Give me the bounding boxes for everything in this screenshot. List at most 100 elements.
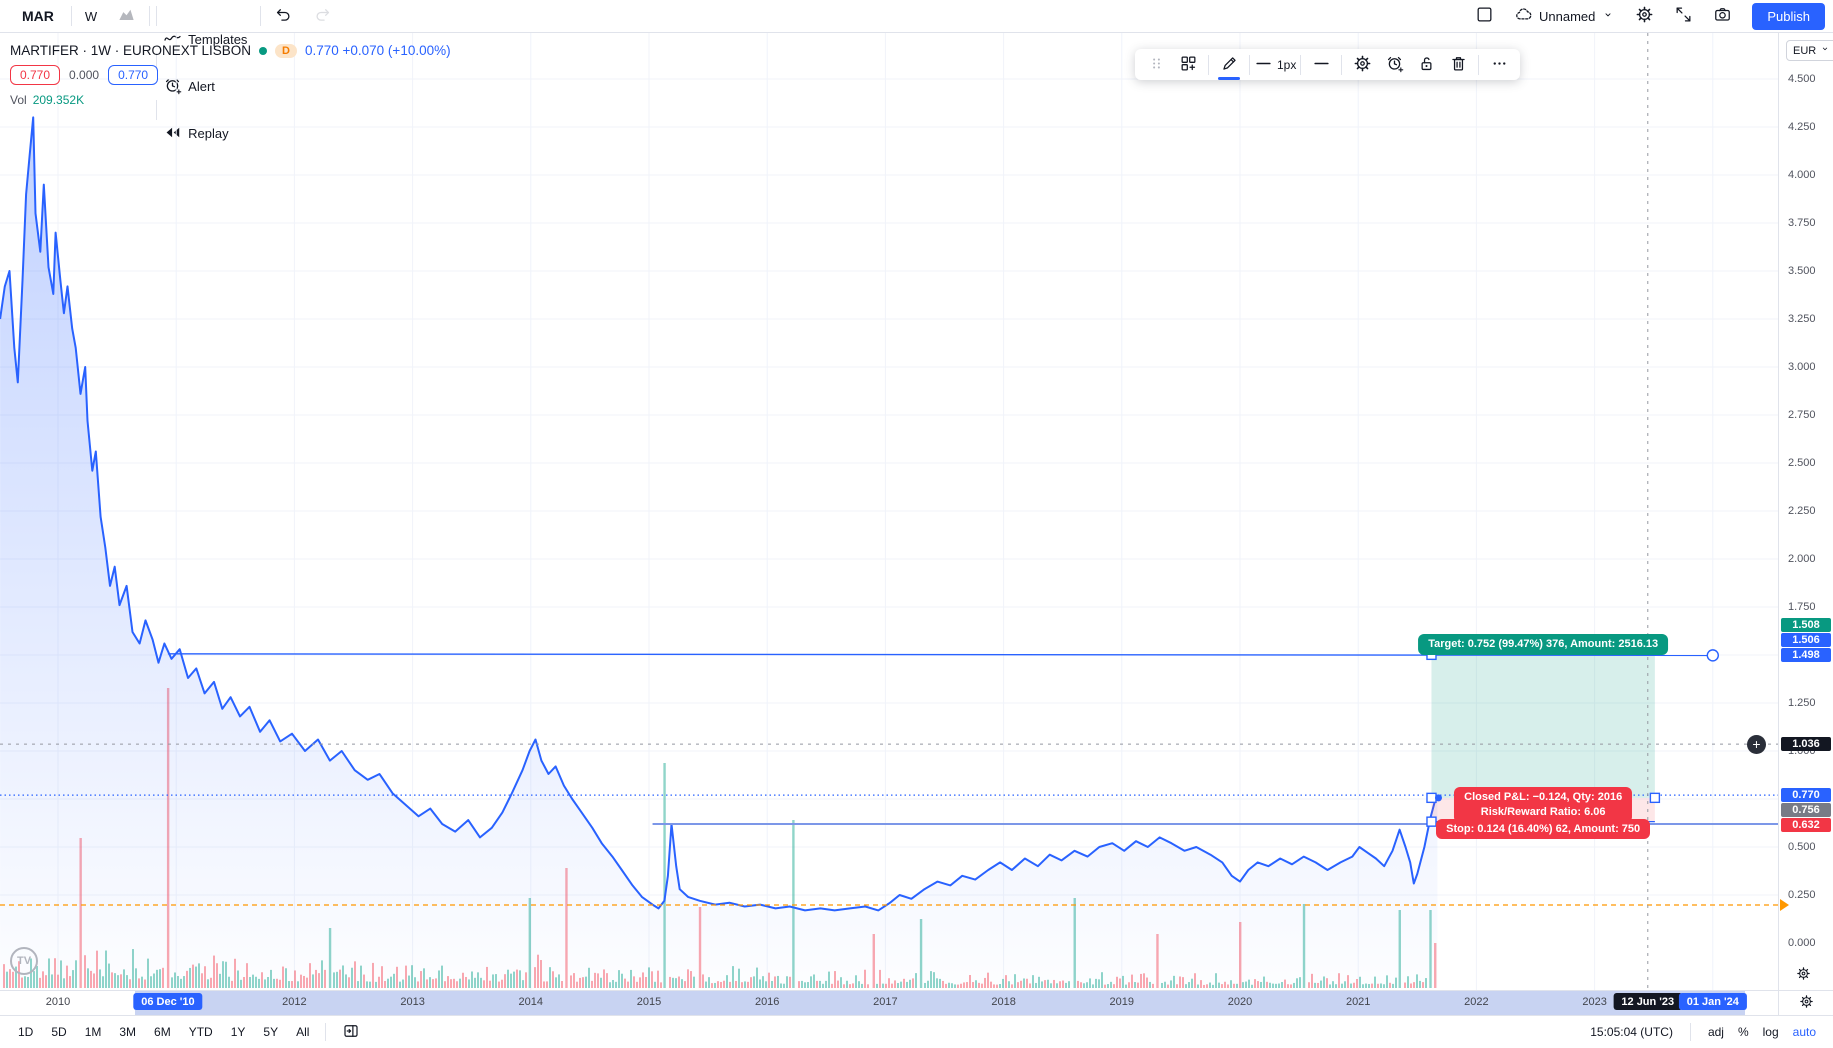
stop-annotation-badge[interactable]: Stop: 0.124 (16.40%) 62, Amount: 750 (1436, 818, 1651, 840)
pnl-annotation-badge[interactable]: Closed P&L: −0.124, Qty: 2016 Risk/Rewar… (1454, 786, 1633, 823)
range-button-all[interactable]: All (288, 1021, 317, 1043)
time-tick-2015: 2015 (636, 996, 662, 1008)
price-tick-3.000: 3.000 (1788, 361, 1816, 373)
interval-button[interactable]: W (75, 3, 107, 30)
tradingview-logo-icon[interactable]: TV (10, 947, 38, 975)
currency-selector[interactable]: EUR (1786, 40, 1833, 61)
range-button-1y[interactable]: 1Y (223, 1021, 254, 1043)
symbol-title[interactable]: MARTIFER · 1W · EURONEXT LISBON (10, 43, 251, 58)
separator (1341, 54, 1343, 75)
drag-dots-icon (1147, 54, 1166, 76)
price-axis[interactable]: EUR 4.500 4.250 4.000 3.750 3.500 3.250 3.000 2… (1778, 33, 1833, 990)
entry-left-handle[interactable] (1426, 792, 1437, 804)
hline-icon (1312, 54, 1331, 76)
price-axis-badge-1.508[interactable]: 1.508 (1781, 618, 1831, 633)
drawing-settings-button[interactable] (1346, 51, 1378, 78)
scale-option-auto[interactable]: auto (1786, 1021, 1823, 1043)
time-axis-badge[interactable]: 01 Jan '24 (1678, 993, 1747, 1010)
bottom-toolbar: 1D 5D 1M 3M 6M YTD 1Y 5Y All 15:05:04 (UTC) adj%… (0, 1015, 1833, 1048)
symbol-button[interactable]: MAR (8, 8, 68, 24)
scale-option-%[interactable]: % (1731, 1021, 1756, 1043)
top-toolbar: MAR W CompareƒxIndicatorsFinancialsTempl… (0, 0, 1833, 140)
mid-price-label: 0.000 (69, 68, 100, 82)
layout-name-button[interactable]: Unnamed (1504, 3, 1625, 30)
gear-icon[interactable] (1796, 966, 1811, 984)
range-button-5y[interactable]: 5Y (255, 1021, 286, 1043)
draw-button[interactable] (1213, 51, 1245, 80)
range-button-1d[interactable]: 1D (10, 1021, 41, 1043)
time-tick-2022: 2022 (1464, 996, 1489, 1008)
price-axis-badge-1.036[interactable]: 1.036 (1781, 737, 1831, 752)
time-tick-2023: 2023 (1582, 996, 1607, 1008)
currency-label: EUR (1793, 44, 1817, 57)
entry-point-dot (1434, 794, 1442, 802)
redo-button[interactable] (303, 3, 342, 30)
line-style-button[interactable] (1305, 51, 1337, 78)
layout-name-label: Unnamed (1538, 8, 1596, 24)
more-button[interactable] (1483, 51, 1515, 78)
chart-area[interactable]: MARTIFER · 1W · EURONEXT LISBON D 0.770 … (0, 33, 1778, 990)
lock-button[interactable] (1410, 51, 1442, 78)
scale-option-log[interactable]: log (1756, 1021, 1786, 1043)
line-width-button[interactable]: 1px (1254, 51, 1296, 78)
price-tick-1.750: 1.750 (1788, 601, 1816, 613)
time-axis-badge[interactable]: 06 Dec '10 (133, 993, 203, 1010)
alert-marker-icon[interactable] (1780, 898, 1789, 911)
undo-button[interactable] (264, 3, 303, 30)
price-axis-badge-0.756[interactable]: 0.756 (1781, 803, 1831, 818)
range-button-3m[interactable]: 3M (111, 1021, 144, 1043)
publish-button[interactable]: Publish (1752, 2, 1825, 30)
drag-handle[interactable] (1140, 51, 1172, 78)
volume-label[interactable]: Vol (10, 93, 27, 107)
redo-icon (313, 5, 332, 27)
interval-label: W (84, 8, 98, 24)
data-mode-badge[interactable]: D (275, 43, 297, 58)
axis-settings-corner[interactable] (1778, 991, 1833, 1015)
price-axis-badge-1.506[interactable]: 1.506 (1781, 633, 1831, 648)
price-tick-3.500: 3.500 (1788, 265, 1816, 277)
add-alert-plus-icon[interactable]: + (1747, 734, 1766, 754)
layout-select-button[interactable] (1465, 3, 1504, 30)
top-toolbar-left: MAR W CompareƒxIndicatorsFinancialsTempl… (8, 0, 342, 140)
range-button-6m[interactable]: 6M (146, 1021, 179, 1043)
chart-style-button[interactable] (107, 3, 146, 30)
time-tick-2010: 2010 (45, 996, 71, 1008)
time-tick-2014: 2014 (518, 996, 544, 1008)
trading-platform: MAR W CompareƒxIndicatorsFinancialsTempl… (0, 0, 1833, 1048)
price-tick-3.750: 3.750 (1788, 217, 1816, 229)
time-axis-badge[interactable]: 12 Jun '23 (1613, 993, 1683, 1010)
chevron-down-icon (1819, 43, 1831, 58)
object-tree-button[interactable] (1172, 51, 1204, 78)
range-button-ytd[interactable]: YTD (181, 1021, 221, 1043)
price-chart-canvas[interactable] (0, 33, 1778, 990)
clock-label[interactable]: 15:05:04 (UTC) (1583, 1021, 1680, 1043)
price-axis-badge-0.632[interactable]: 0.632 (1781, 818, 1831, 833)
entry-right-handle[interactable] (1649, 792, 1661, 804)
range-button-5d[interactable]: 5D (43, 1021, 74, 1043)
manage-panes-icon[interactable] (334, 1018, 368, 1047)
scale-option-adj[interactable]: adj (1701, 1021, 1731, 1043)
price-tick-3.250: 3.250 (1788, 313, 1816, 325)
position-profit-zone[interactable] (1431, 653, 1655, 798)
delete-button[interactable] (1442, 51, 1474, 78)
date-range-group: 1D 5D 1M 3M 6M YTD 1Y 5Y All (10, 1016, 368, 1048)
trend-line-end-handle[interactable] (1706, 649, 1720, 662)
stop-handle[interactable] (1426, 816, 1437, 827)
snapshot-button[interactable] (1703, 3, 1742, 30)
time-axis[interactable]: 2010 2012 2013 2014 2015 2016 2017 2018 2019 2020… (0, 990, 1833, 1015)
obj-add-icon (1179, 54, 1198, 76)
price-tick-1.250: 1.250 (1788, 697, 1816, 709)
separator (156, 6, 158, 26)
financials-button[interactable]: Financials (153, 0, 257, 6)
chart-settings-button[interactable] (1625, 3, 1664, 30)
target-annotation-badge[interactable]: Target: 0.752 (99.47%) 376, Amount: 2516… (1418, 634, 1669, 656)
fullscreen-button[interactable] (1664, 3, 1703, 30)
range-button-1m[interactable]: 1M (77, 1021, 110, 1043)
price-change-label: 0.770 +0.070 (+10.00%) (304, 43, 451, 58)
separator (1208, 54, 1209, 75)
price-axis-badge-0.770[interactable]: 0.770 (1781, 788, 1831, 803)
price-tick-0.000: 0.000 (1788, 937, 1816, 949)
price-axis-badge-1.498[interactable]: 1.498 (1781, 648, 1831, 663)
time-tick-2018: 2018 (991, 996, 1016, 1008)
add-alert-button[interactable] (1378, 51, 1410, 78)
